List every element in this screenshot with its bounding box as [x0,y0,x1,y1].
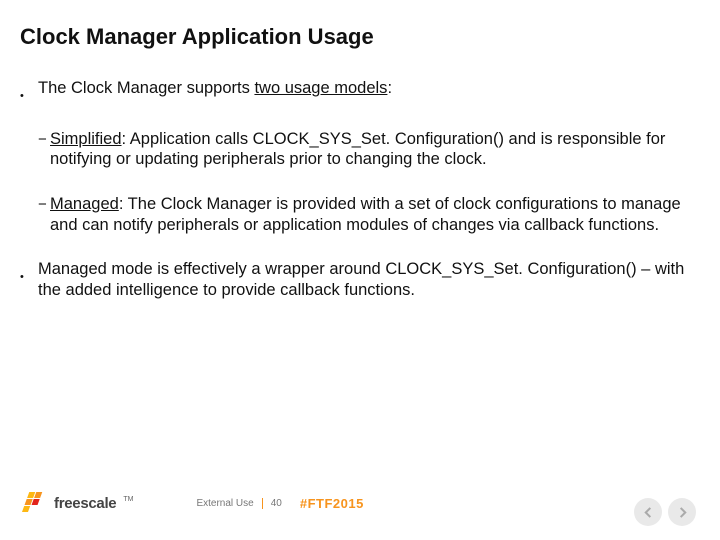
bullet-1-post: : [387,79,392,97]
bullet-2-text: Managed mode is effectively a wrapper ar… [38,259,690,300]
sub-bullet-1-text: Simplified: Application calls CLOCK_SYS_… [50,129,690,170]
bullet-1-underlined: two usage models [254,79,387,97]
bullet-1: The Clock Manager supports two usage mod… [20,78,690,105]
dash-icon [38,129,50,150]
divider-icon [262,498,263,509]
trademark-icon: TM [123,496,133,503]
sub-bullet-2: Managed: The Clock Manager is provided w… [38,194,690,235]
sub-1-underlined: Simplified [50,130,122,148]
footer-meta: External Use 40 #FTF2015 [196,496,363,511]
footer: freescale TM External Use 40 #FTF2015 [20,486,700,520]
next-button[interactable] [668,498,696,526]
brand-name: freescale [54,495,116,512]
dash-icon [38,194,50,215]
chevron-left-icon [643,507,654,518]
bullet-dot-icon [20,259,38,286]
bullet-2: Managed mode is effectively a wrapper ar… [20,259,690,300]
slide-body: The Clock Manager supports two usage mod… [20,78,690,300]
brand-logo: freescale TM [20,490,132,516]
bullet-dot-icon [20,78,38,105]
sub-2-rest: : The Clock Manager is provided with a s… [50,195,681,234]
bullet-1-pre: The Clock Manager supports [38,79,254,97]
slide-title: Clock Manager Application Usage [20,24,690,50]
hashtag-label: #FTF2015 [300,496,364,511]
bullet-1-text: The Clock Manager supports two usage mod… [38,78,392,99]
sub-2-underlined: Managed [50,195,119,213]
sub-bullet-1: Simplified: Application calls CLOCK_SYS_… [38,129,690,170]
prev-button[interactable] [634,498,662,526]
external-use-label: External Use [196,498,253,509]
page-number: 40 [271,498,282,509]
sub-bullet-2-text: Managed: The Clock Manager is provided w… [50,194,690,235]
freescale-mark-icon [20,490,48,516]
nav-controls [634,498,696,526]
chevron-right-icon [677,507,688,518]
slide: Clock Manager Application Usage The Cloc… [0,0,720,540]
sub-1-rest: : Application calls CLOCK_SYS_Set. Confi… [50,130,665,169]
